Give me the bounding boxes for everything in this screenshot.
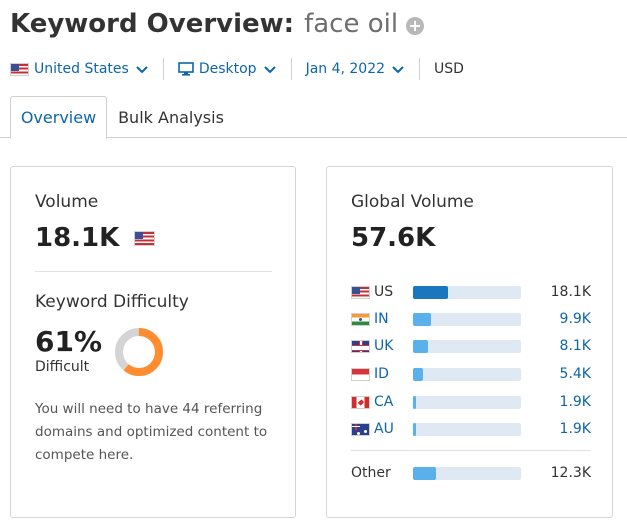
global-volume-card: Global Volume 57.6K US 18.1K IN 9.9K UK … (326, 166, 613, 518)
difficulty-description: You will need to have 44 referring domai… (35, 401, 268, 463)
india-flag-icon (351, 312, 370, 326)
volume-bar-fill (413, 312, 432, 326)
page-title-text: Keyword Overview: (10, 9, 295, 39)
country-row[interactable]: CA 1.9K (351, 392, 591, 412)
other-volume: 12.3K (550, 465, 591, 481)
country-filter[interactable]: United States (10, 61, 149, 77)
country-row[interactable]: US 18.1K (351, 282, 591, 302)
volume-bar-track (413, 285, 521, 299)
global-volume-label: Global Volume (351, 192, 474, 212)
volume-label: Volume (35, 192, 99, 212)
uk-flag-icon (351, 339, 370, 353)
volume-bar-fill (413, 285, 448, 299)
volume-bar-track (413, 312, 521, 326)
volume-value: 18.1K (35, 223, 120, 253)
difficulty-percent: 61% (35, 325, 103, 358)
keyword-difficulty-label: Keyword Difficulty (35, 292, 189, 312)
tab-overview[interactable]: Overview (10, 96, 107, 139)
australia-flag-icon (351, 422, 370, 436)
country-filter-label: United States (34, 61, 129, 77)
country-volume: 1.9K (559, 421, 591, 437)
country-row[interactable]: ID 5.4K (351, 364, 591, 384)
country-row[interactable]: AU 1.9K (351, 419, 591, 439)
add-keyword-icon[interactable]: + (406, 17, 425, 35)
chevron-down-icon (263, 66, 276, 74)
page-title: Keyword Overview: face oil + (10, 4, 425, 44)
volume-bar-track (413, 339, 521, 353)
volume-bar-fill (413, 395, 417, 409)
device-filter[interactable]: Desktop (178, 61, 277, 77)
volume-difficulty-card: Volume 18.1K Keyword Difficulty 61% Diff… (10, 166, 296, 518)
volume-bar-fill (413, 339, 429, 353)
canada-flag-icon (351, 395, 370, 409)
filter-bar: United States Desktop Jan 4, 2022 USD (10, 55, 464, 83)
country-row[interactable]: IN 9.9K (351, 309, 591, 329)
volume-bar-track (413, 395, 521, 409)
divider (351, 450, 591, 451)
volume-bar-fill (413, 466, 436, 480)
country-code: ID (374, 366, 389, 382)
currency-label: USD (434, 61, 464, 77)
divider (35, 271, 272, 272)
difficulty-level: Difficult (35, 359, 90, 375)
other-row[interactable]: Other 12.3K (351, 463, 591, 483)
difficulty-donut-chart (115, 328, 163, 376)
keyword-text: face oil (304, 9, 399, 39)
country-code: US (374, 284, 394, 300)
country-code: IN (374, 311, 389, 327)
country-volume: 8.1K (559, 338, 591, 354)
date-filter[interactable]: Jan 4, 2022 (306, 61, 405, 77)
volume-bar-track (413, 367, 521, 381)
country-volume: 5.4K (559, 366, 591, 382)
us-flag-icon (351, 285, 370, 299)
country-volume: 18.1K (550, 284, 591, 300)
date-filter-label: Jan 4, 2022 (305, 61, 386, 77)
country-code: CA (374, 394, 394, 410)
other-label: Other (351, 465, 391, 481)
tab-bar: Overview Bulk Analysis (0, 96, 627, 139)
chevron-down-icon (136, 66, 148, 74)
us-flag-icon (10, 62, 29, 76)
tab-bulk-analysis[interactable]: Bulk Analysis (114, 96, 228, 138)
divider (290, 58, 292, 80)
divider (419, 58, 421, 80)
indonesia-flag-icon (351, 367, 370, 381)
volume-bar-fill (413, 367, 423, 381)
us-flag-icon (134, 231, 156, 246)
country-row[interactable]: UK 8.1K (351, 336, 591, 356)
volume-bar-fill (413, 422, 417, 436)
chevron-down-icon (392, 66, 404, 74)
desktop-icon (178, 62, 194, 76)
device-filter-label: Desktop (198, 61, 257, 77)
country-volume: 9.9K (559, 311, 591, 327)
country-code: UK (374, 338, 394, 354)
volume-bar-track (413, 466, 521, 480)
country-volume: 1.9K (559, 394, 591, 410)
country-code: AU (374, 421, 394, 437)
global-volume-value: 57.6K (351, 223, 436, 253)
divider (162, 58, 164, 80)
volume-value-row: 18.1K (35, 223, 156, 253)
volume-bar-track (413, 422, 521, 436)
